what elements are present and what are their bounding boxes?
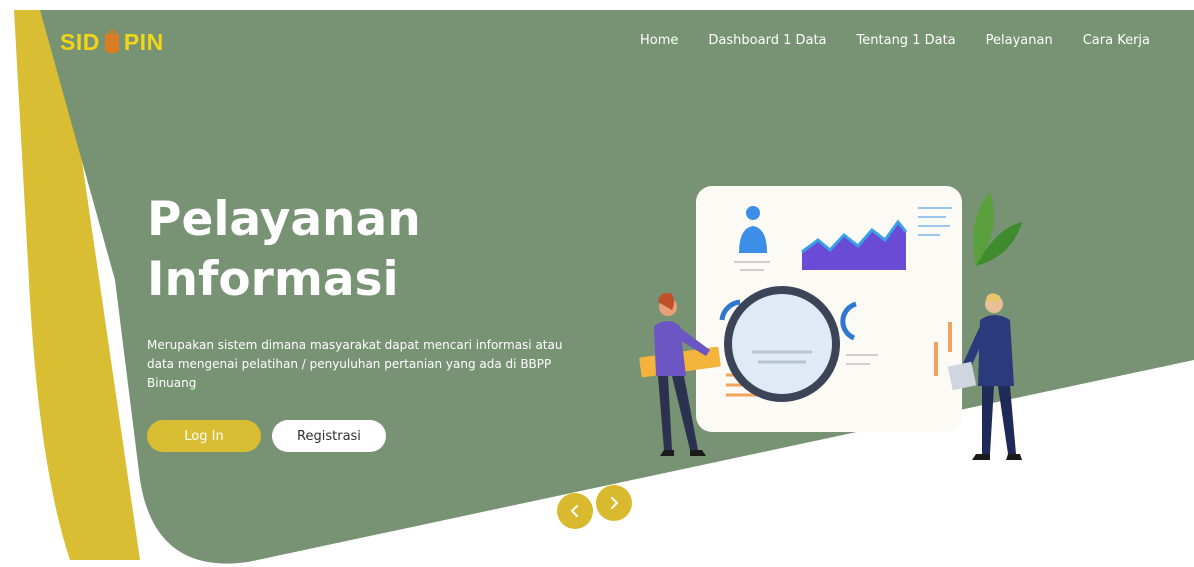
navbar: SID PIN Home Dashboard 1 Data Tentang 1 … (0, 0, 1194, 84)
user-icon (746, 206, 760, 220)
hero-title-line2: Informasi (147, 252, 399, 307)
nav-menu: Home Dashboard 1 Data Tentang 1 Data Pel… (640, 33, 1150, 48)
nav-pelayanan[interactable]: Pelayanan (986, 33, 1053, 48)
chevron-left-icon (571, 505, 578, 517)
wheat-icon (104, 29, 120, 54)
logo-text-left: SID (60, 28, 100, 55)
logo-text-right: PIN (123, 28, 164, 55)
hero-description: Merupakan sistem dimana masyarakat dapat… (147, 338, 563, 390)
nav-cara-kerja[interactable]: Cara Kerja (1083, 33, 1150, 48)
nav-tentang[interactable]: Tentang 1 Data (857, 33, 956, 48)
hero-title: Pelayanan Informasi (147, 190, 421, 310)
nav-dashboard[interactable]: Dashboard 1 Data (708, 33, 826, 48)
login-button[interactable]: Log In (147, 420, 261, 452)
carousel-next-button[interactable] (596, 485, 632, 521)
data-analysis-illustration (639, 186, 1022, 460)
register-button[interactable]: Registrasi (272, 420, 386, 452)
carousel-prev-button[interactable] (557, 493, 593, 529)
hero-title-line1: Pelayanan (147, 192, 421, 247)
nav-home[interactable]: Home (640, 33, 678, 48)
logo[interactable]: SID PIN (60, 29, 164, 55)
chevron-right-icon (611, 497, 618, 509)
